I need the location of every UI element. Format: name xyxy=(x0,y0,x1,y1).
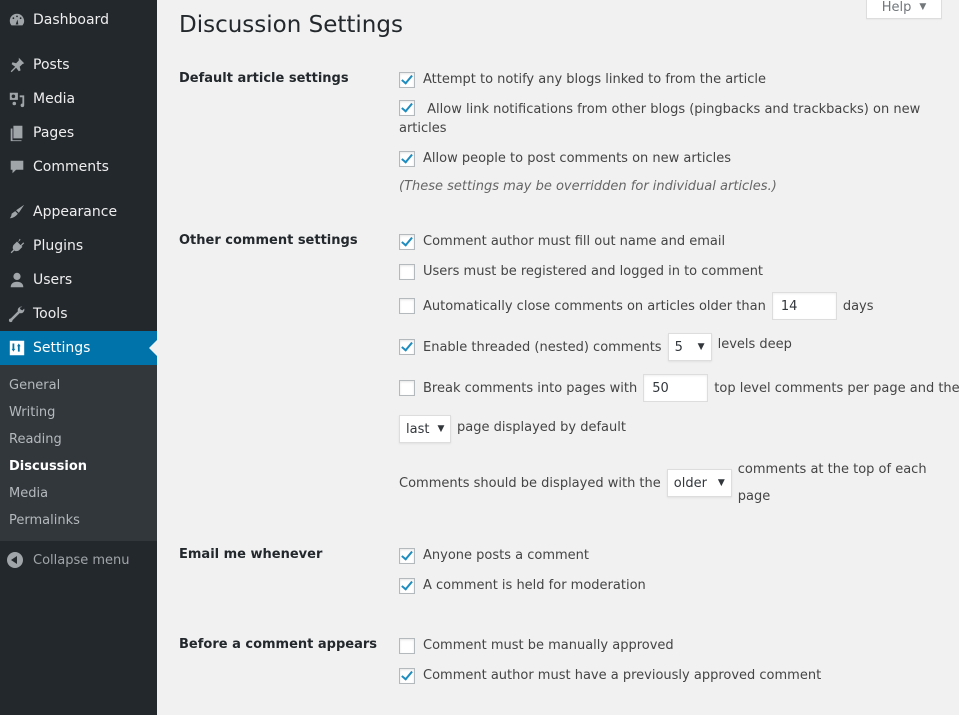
section-label-default-article: Default article settings xyxy=(179,71,349,86)
option-threaded: Enable threaded (nested) comments 5 ▼ le… xyxy=(399,333,792,361)
override-note: (These settings may be overridden for in… xyxy=(399,179,777,194)
option-default-page: last ▼ page displayed by default xyxy=(399,415,626,443)
media-icon xyxy=(0,90,33,108)
default-page-select[interactable]: last ▼ xyxy=(399,415,451,443)
section-label-other-comment: Other comment settings xyxy=(179,233,358,248)
caret-down-icon: ▼ xyxy=(919,2,927,12)
checkbox[interactable] xyxy=(399,547,415,564)
comment-order-select[interactable]: older ▼ xyxy=(666,469,732,497)
sidebar-item-label: Plugins xyxy=(33,238,84,254)
submenu-item-permalinks[interactable]: Permalinks xyxy=(9,513,80,528)
plug-icon xyxy=(0,237,33,255)
sidebar-item-dashboard[interactable]: Dashboard xyxy=(0,3,157,37)
dashboard-icon xyxy=(0,11,33,29)
option-registered-only: Users must be registered and logged in t… xyxy=(399,262,763,281)
user-icon xyxy=(0,271,33,289)
option-require-name-email: Comment author must fill out name and em… xyxy=(399,232,725,251)
submenu-item-reading[interactable]: Reading xyxy=(9,432,62,447)
sidebar-item-posts[interactable]: Posts xyxy=(0,48,157,82)
sidebar-item-label: Appearance xyxy=(33,204,118,220)
caret-down-icon: ▼ xyxy=(697,341,705,352)
sidebar-item-label: Comments xyxy=(33,159,109,175)
option-comment-order: Comments should be displayed with the ol… xyxy=(399,462,927,504)
sidebar-item-users[interactable]: Users xyxy=(0,263,157,297)
sidebar-item-label: Pages xyxy=(33,125,75,141)
checkbox[interactable] xyxy=(399,339,415,355)
comment-icon xyxy=(0,158,33,176)
sidebar-item-media[interactable]: Media xyxy=(0,82,157,116)
sidebar-item-label: Tools xyxy=(33,306,68,322)
checkbox[interactable] xyxy=(399,667,415,684)
pages-icon xyxy=(0,124,33,142)
option-allow-comments: Allow people to post comments on new art… xyxy=(399,149,731,168)
sidebar-item-tools[interactable]: Tools xyxy=(0,297,157,331)
submenu-item-discussion[interactable]: Discussion xyxy=(9,459,87,474)
caret-down-icon: ▼ xyxy=(717,477,725,488)
sidebar-item-pages[interactable]: Pages xyxy=(0,116,157,150)
option-paged: Break comments into pages with top level… xyxy=(399,374,959,402)
submenu-item-media[interactable]: Media xyxy=(9,486,48,501)
option-previously-approved: Comment author must have a previously ap… xyxy=(399,666,821,685)
sidebar-item-label: Posts xyxy=(33,57,70,73)
admin-sidebar: Dashboard Posts Media Pages Comments App… xyxy=(0,0,157,715)
sidebar-item-label: Settings xyxy=(33,340,91,356)
collapse-menu-label: Collapse menu xyxy=(33,552,130,568)
checkbox[interactable] xyxy=(399,380,415,396)
option-auto-close: Automatically close comments on articles… xyxy=(399,292,874,320)
comments-per-page-input[interactable] xyxy=(643,374,709,402)
submenu-item-writing[interactable]: Writing xyxy=(9,405,55,420)
section-label-email: Email me whenever xyxy=(179,547,323,562)
caret-down-icon: ▼ xyxy=(437,423,445,434)
active-indicator xyxy=(149,340,157,356)
section-label-before-appears: Before a comment appears xyxy=(179,637,378,652)
checkbox[interactable] xyxy=(399,100,415,116)
checkbox[interactable] xyxy=(399,263,415,280)
page-title: Discussion Settings xyxy=(179,12,403,38)
sidebar-item-label: Users xyxy=(33,272,73,288)
thread-depth-select[interactable]: 5 ▼ xyxy=(667,333,712,361)
collapse-icon xyxy=(7,552,23,568)
sidebar-item-plugins[interactable]: Plugins xyxy=(0,229,157,263)
option-email-anyone-posts: Anyone posts a comment xyxy=(399,546,589,565)
close-days-input[interactable] xyxy=(771,292,837,320)
settings-icon xyxy=(0,339,33,357)
sidebar-item-appearance[interactable]: Appearance xyxy=(0,195,157,229)
option-notify-linked-blogs: Attempt to notify any blogs linked to fr… xyxy=(399,70,766,89)
checkbox[interactable] xyxy=(399,577,415,594)
sidebar-item-comments[interactable]: Comments xyxy=(0,150,157,184)
sidebar-item-settings[interactable]: Settings xyxy=(0,331,157,365)
option-manual-approval: Comment must be manually approved xyxy=(399,636,674,655)
sidebar-item-label: Dashboard xyxy=(33,12,109,28)
submenu-item-general[interactable]: General xyxy=(9,378,60,393)
sidebar-item-label: Media xyxy=(33,91,76,107)
checkbox[interactable] xyxy=(399,233,415,250)
option-label: Allow link notifications from other blog… xyxy=(399,100,921,136)
checkbox[interactable] xyxy=(399,298,415,314)
settings-submenu: General Writing Reading Discussion Media… xyxy=(0,365,157,541)
checkbox[interactable] xyxy=(399,150,415,167)
checkbox[interactable] xyxy=(399,71,415,88)
checkbox[interactable] xyxy=(399,637,415,654)
collapse-menu-button[interactable]: Collapse menu xyxy=(0,545,157,575)
option-email-held-moderation: A comment is held for moderation xyxy=(399,576,646,595)
option-allow-pingbacks: Allow link notifications from other blog… xyxy=(399,100,929,138)
wrench-icon xyxy=(0,305,33,323)
help-label: Help xyxy=(881,0,912,15)
help-button[interactable]: Help ▼ xyxy=(866,0,942,19)
pin-icon xyxy=(0,56,33,74)
paintbrush-icon xyxy=(0,203,33,221)
